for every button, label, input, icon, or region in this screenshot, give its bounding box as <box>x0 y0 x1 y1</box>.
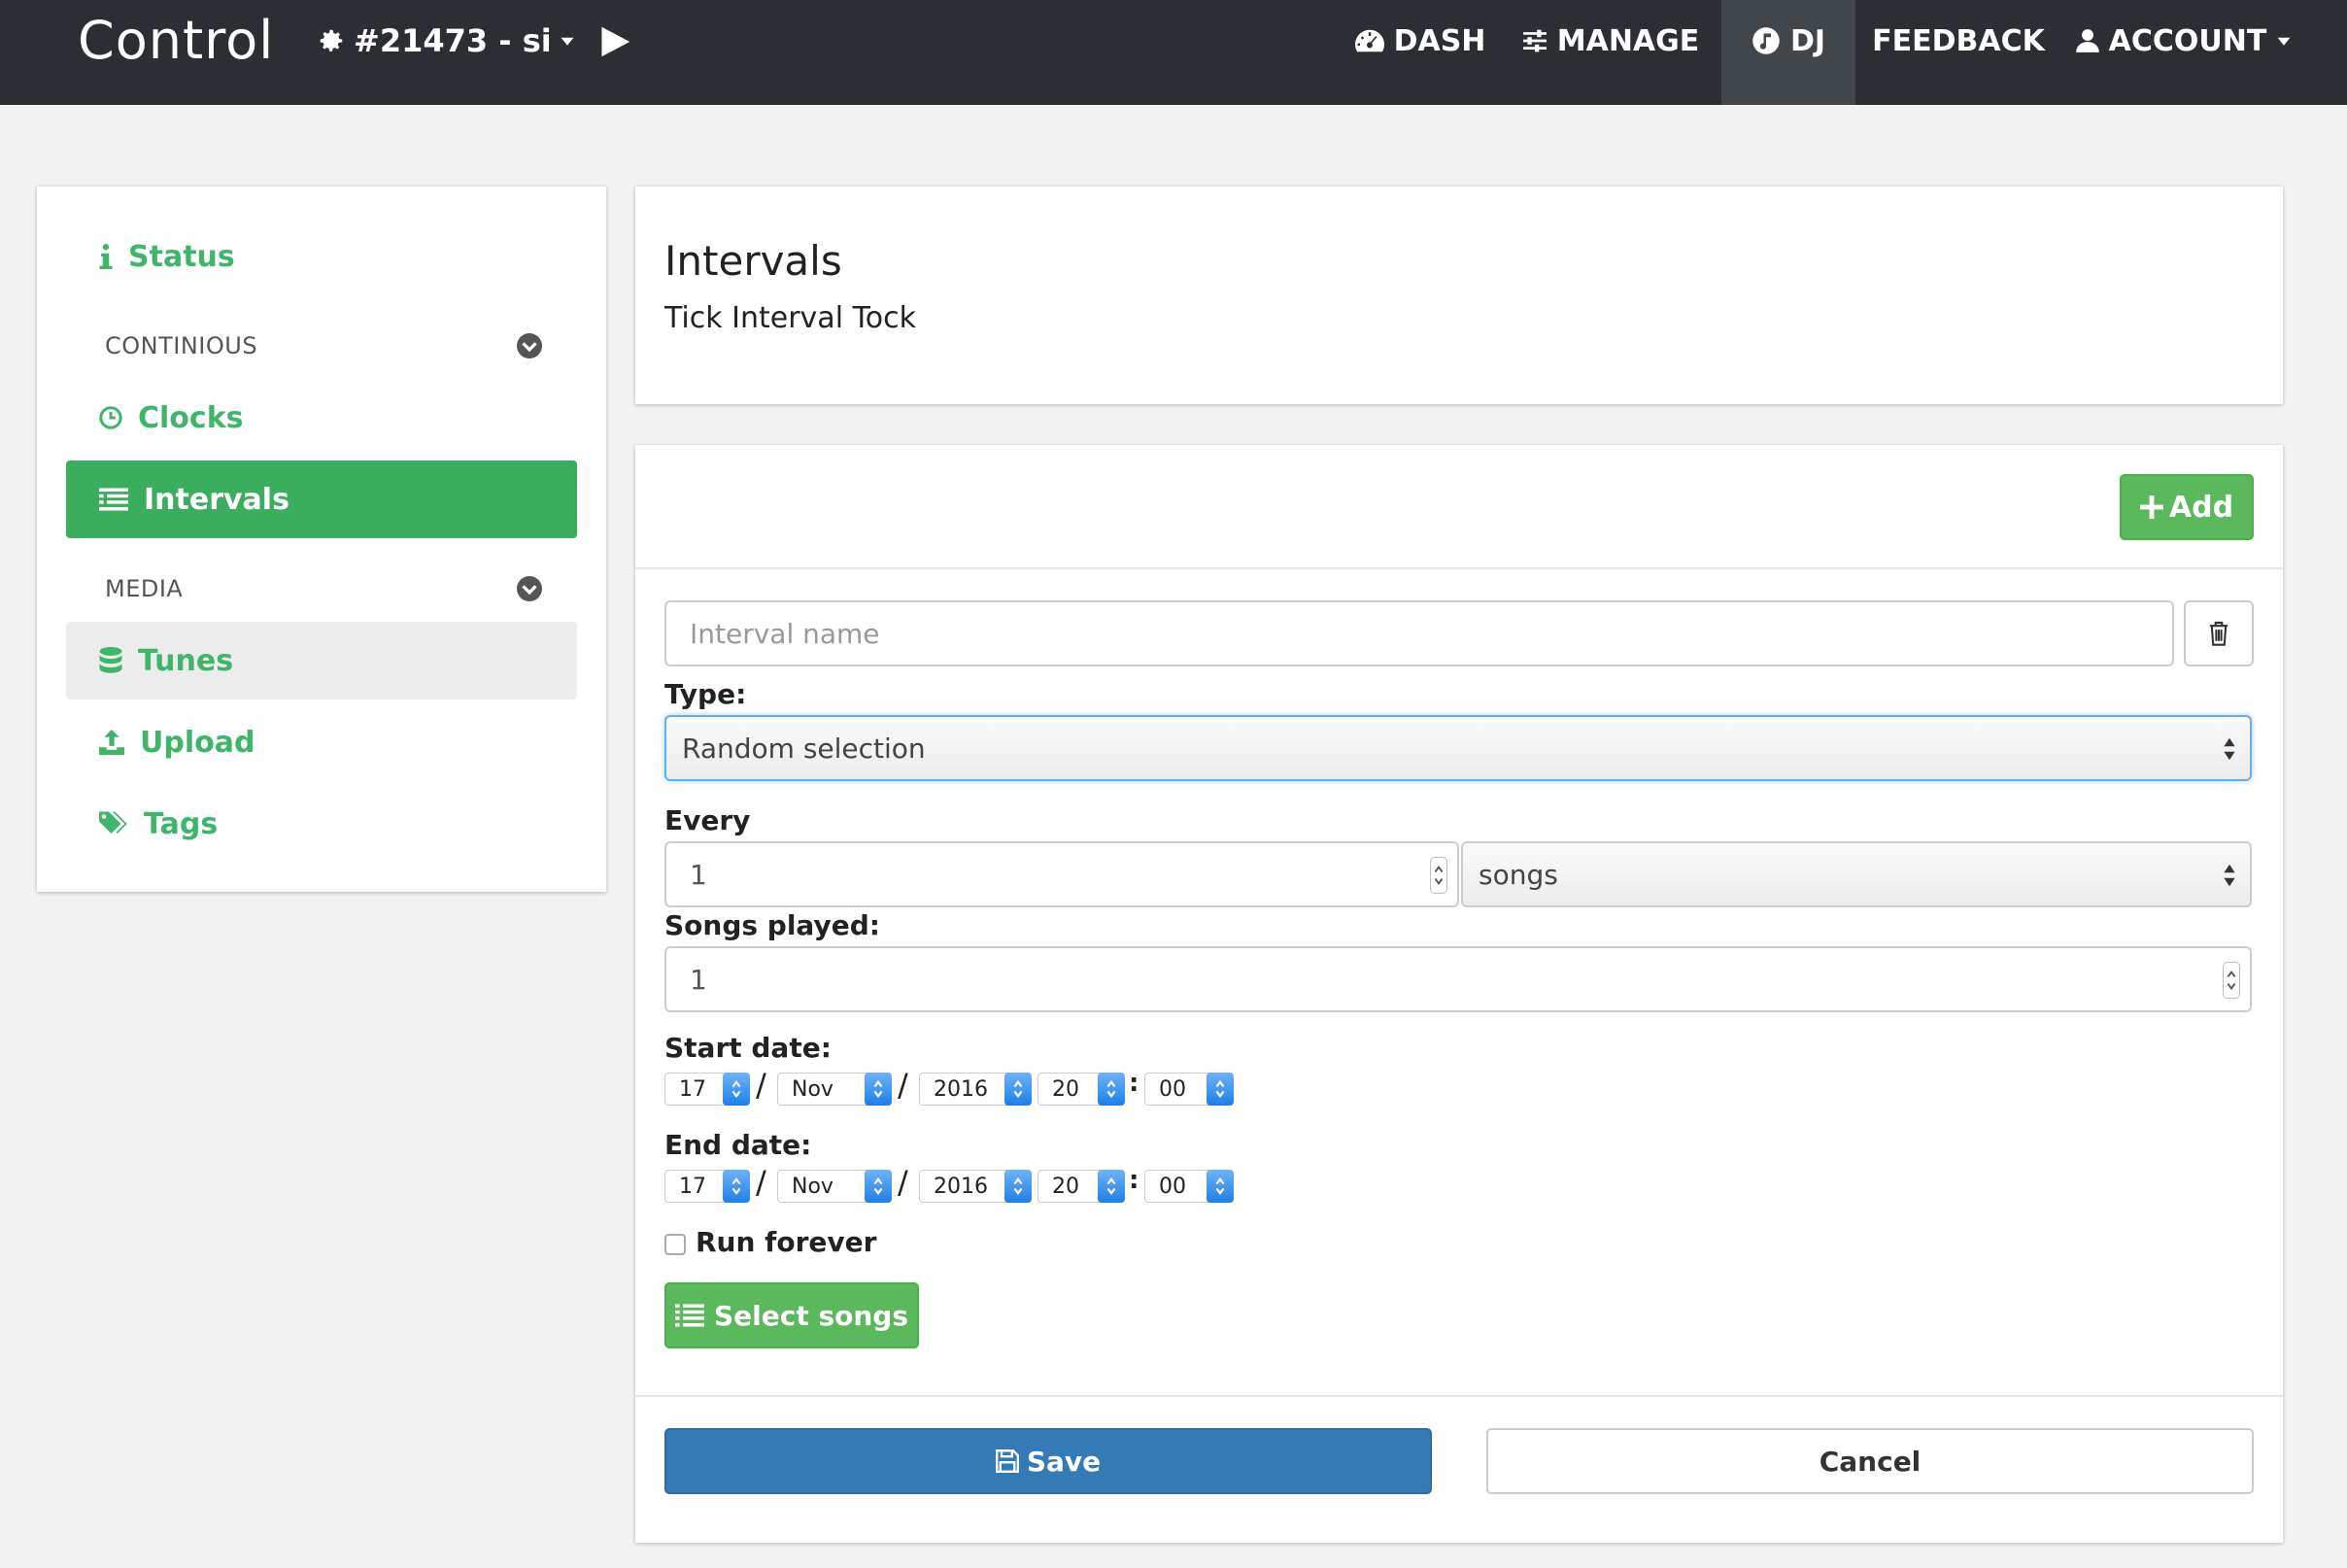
sliders-icon <box>1522 29 1547 52</box>
songs-played-label: Songs played: <box>664 909 880 941</box>
sidebar-section-media[interactable]: MEDIA <box>66 560 577 618</box>
chevron-circle-down-icon <box>517 333 542 358</box>
select-arrows-icon <box>2224 864 2235 887</box>
sidebar-section-continious[interactable]: CONTINIOUS <box>66 317 577 375</box>
number-spinner-icon[interactable] <box>1430 857 1447 894</box>
stepper-icon <box>1207 1073 1234 1106</box>
database-icon <box>99 647 122 673</box>
stepper-icon <box>1207 1170 1234 1203</box>
songs-played-input[interactable]: 1 <box>664 946 2252 1012</box>
stepper-icon <box>865 1170 892 1203</box>
nav-manage[interactable]: MANAGE <box>1522 0 1699 105</box>
music-icon <box>1752 27 1780 54</box>
nav-dash[interactable]: DASH <box>1350 0 1490 105</box>
end-minute-select[interactable]: 00 <box>1144 1170 1234 1203</box>
sidebar-item-upload[interactable]: Upload <box>66 703 577 781</box>
number-spinner-icon[interactable] <box>2223 962 2240 999</box>
tags-icon <box>99 811 127 834</box>
stepper-icon <box>1004 1073 1032 1106</box>
floppy-disk-icon <box>995 1449 1019 1473</box>
caret-down-icon <box>561 37 574 46</box>
nav-dj[interactable]: DJ <box>1721 0 1855 105</box>
upload-icon <box>99 730 124 755</box>
stepper-icon <box>1098 1073 1125 1106</box>
select-arrows-icon <box>2224 737 2235 761</box>
page-title: Intervals <box>664 237 842 285</box>
start-month-select[interactable]: Nov <box>777 1073 892 1106</box>
divider <box>635 1395 2283 1397</box>
end-date-label: End date: <box>664 1129 812 1161</box>
stepper-icon <box>1004 1170 1032 1203</box>
list-icon <box>99 488 128 511</box>
gear-icon <box>320 29 343 51</box>
interval-name-input[interactable] <box>664 600 2174 666</box>
page-header-panel: Intervals Tick Interval Tock <box>635 187 2283 404</box>
end-day-select[interactable]: 17 <box>664 1170 750 1203</box>
nav-feedback[interactable]: FEEDBACK <box>1872 0 2045 105</box>
type-label: Type: <box>664 678 747 710</box>
user-icon <box>2075 29 2099 52</box>
save-button[interactable]: Save <box>664 1428 1432 1494</box>
dashboard-icon <box>1354 29 1384 52</box>
start-year-select[interactable]: 2016 <box>919 1073 1032 1106</box>
top-navbar: Control #21473 - si DASH MANAGE DJ FEEDB… <box>0 0 2347 105</box>
select-songs-button[interactable]: Select songs <box>664 1282 919 1348</box>
end-hour-select[interactable]: 20 <box>1037 1170 1125 1203</box>
sidebar-item-tunes[interactable]: Tunes <box>66 622 577 699</box>
every-number-input[interactable]: 1 <box>664 841 1459 907</box>
list-icon <box>674 1304 704 1327</box>
caret-down-icon <box>2277 37 2291 46</box>
brand-logo[interactable]: Control <box>78 10 274 71</box>
stepper-icon <box>723 1073 750 1106</box>
info-icon <box>99 244 113 269</box>
trash-icon <box>2209 621 2228 646</box>
sidebar-item-status[interactable]: Status <box>66 218 577 295</box>
play-icon[interactable] <box>598 25 631 58</box>
page-subtitle: Tick Interval Tock <box>664 301 917 335</box>
station-selector[interactable]: #21473 - si <box>317 21 575 60</box>
plus-icon <box>2139 495 2163 519</box>
sidebar-item-clocks[interactable]: Clocks <box>66 379 577 457</box>
add-button[interactable]: Add <box>2120 474 2254 540</box>
start-minute-select[interactable]: 00 <box>1144 1073 1234 1106</box>
station-name: #21473 - si <box>354 22 552 59</box>
type-select[interactable]: Random selection <box>664 715 2252 781</box>
start-day-select[interactable]: 17 <box>664 1073 750 1106</box>
start-hour-select[interactable]: 20 <box>1037 1073 1125 1106</box>
delete-button[interactable] <box>2184 600 2254 666</box>
every-label: Every <box>664 804 751 836</box>
nav-account[interactable]: ACCOUNT <box>2075 0 2293 105</box>
divider <box>635 567 2283 569</box>
run-forever-label[interactable]: Run forever <box>696 1226 876 1258</box>
sidebar-item-intervals[interactable]: Intervals <box>66 460 577 538</box>
every-unit-select[interactable]: songs <box>1461 841 2252 907</box>
chevron-circle-down-icon <box>517 576 542 601</box>
end-year-select[interactable]: 2016 <box>919 1170 1032 1203</box>
stepper-icon <box>723 1170 750 1203</box>
sidebar: Status CONTINIOUS Clocks Intervals MEDIA… <box>37 187 606 892</box>
start-date-label: Start date: <box>664 1032 832 1064</box>
interval-form-panel: Add Type: Random selection Every 1 songs… <box>635 445 2283 1543</box>
stepper-icon <box>865 1073 892 1106</box>
run-forever-checkbox[interactable] <box>664 1234 686 1255</box>
end-month-select[interactable]: Nov <box>777 1170 892 1203</box>
stepper-icon <box>1098 1170 1125 1203</box>
cancel-button[interactable]: Cancel <box>1486 1428 2254 1494</box>
clock-icon <box>99 406 122 429</box>
sidebar-item-tags[interactable]: Tags <box>66 785 577 863</box>
